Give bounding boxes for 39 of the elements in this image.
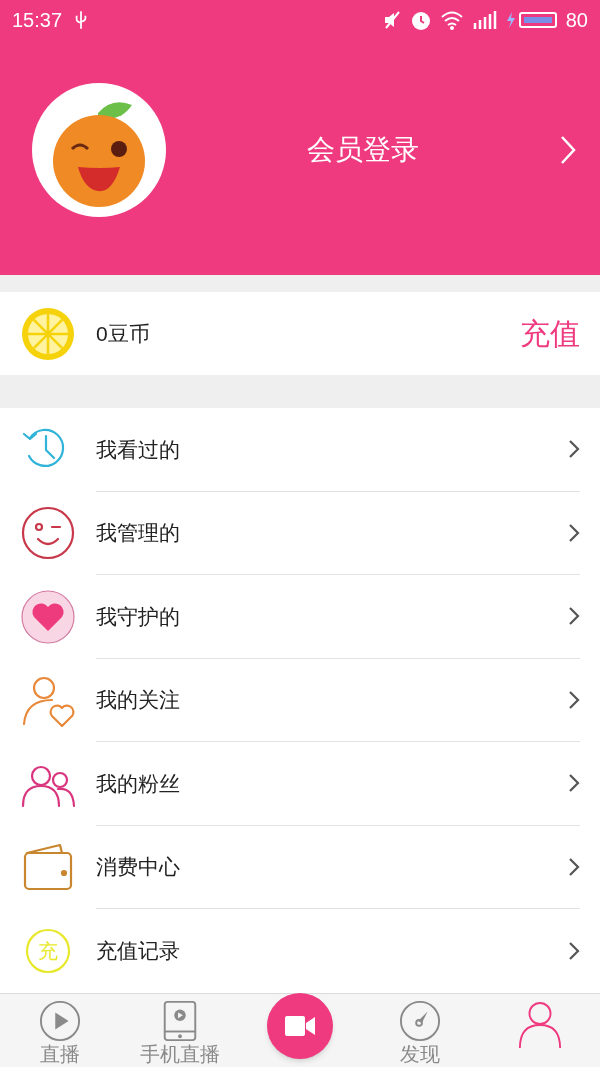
menu-item[interactable]: 消费中心 [0,825,600,909]
chevron-right-icon[interactable] [560,134,576,165]
menu-label: 消费中心 [96,854,181,880]
record-video-button[interactable] [267,992,333,1059]
menu-item[interactable]: 我的关注 [0,658,600,742]
battery-percent: 80 [565,8,588,33]
coin-balance: 0豆币 [96,320,151,347]
menu-item[interactable]: 我看过的 [0,408,600,492]
wifi-icon [439,10,464,30]
usb-icon [74,10,89,30]
member-login-link[interactable]: 会员登录 [166,128,560,171]
signal-icon [471,9,498,31]
chevron-right-icon [568,856,580,877]
tablet-icon [162,999,198,1042]
battery-icon [505,10,558,30]
menu-label: 我守护的 [96,603,181,630]
menu-item[interactable]: 充 充值记录 [0,909,600,993]
menu-label: 我的关注 [96,687,181,713]
chevron-right-icon [568,606,580,627]
menu-label: 我管理的 [96,520,181,546]
chevron-right-icon [568,689,580,710]
menu-item[interactable]: 我守护的 [0,575,600,659]
chevron-right-icon [568,773,580,794]
chevron-right-icon [568,439,580,460]
menu-label: 充值记录 [96,938,181,964]
status-time: 15:37 [12,8,63,33]
menu-item[interactable]: 我管理的 [0,491,600,575]
menu-item[interactable]: 我的粉丝 [0,742,600,826]
video-camera-icon [285,1015,315,1036]
menu-label: 我看过的 [96,436,181,463]
chevron-right-icon [568,940,580,961]
alarm-icon [409,9,432,31]
person-icon [517,999,563,1050]
play-icon [39,999,81,1042]
chevron-right-icon [568,522,580,543]
recharge-link[interactable]: 充值 [520,311,580,356]
compass-icon [399,999,441,1042]
lemon-slice-icon [20,305,76,362]
menu-label: 我的粉丝 [96,770,181,797]
